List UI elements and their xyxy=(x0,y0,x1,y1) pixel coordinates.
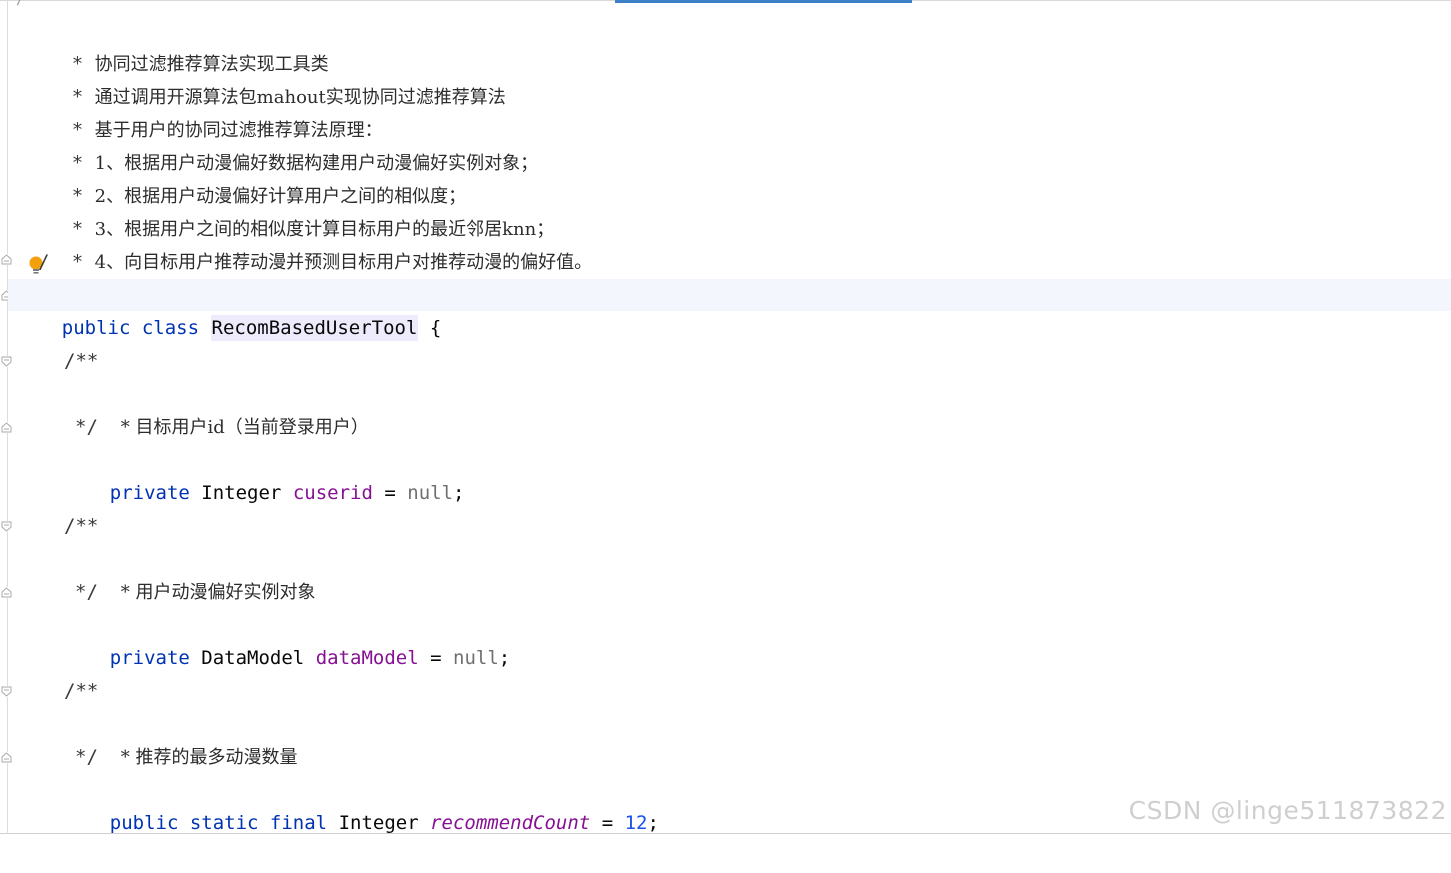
doc-comment-open-partial: /** xyxy=(16,0,42,8)
class-name[interactable]: RecomBasedUserTool xyxy=(210,315,419,341)
fold-marker-icon[interactable] xyxy=(1,422,12,433)
watermark: CSDN @linge511873822 xyxy=(1128,796,1447,825)
class-declaration[interactable]: public class RecomBasedUserTool { xyxy=(16,279,441,341)
field-name[interactable]: dataModel xyxy=(316,647,419,669)
field-comment-close[interactable]: */ xyxy=(75,741,98,774)
active-tab-indicator[interactable] xyxy=(615,0,912,3)
field-comment-open[interactable]: /** xyxy=(64,510,98,543)
fold-marker-icon[interactable] xyxy=(1,254,12,265)
field-comment-open[interactable]: /** xyxy=(64,345,98,378)
field-declaration[interactable]: private Integer cuserid = null; xyxy=(64,444,465,504)
field-comment-open[interactable]: /** xyxy=(64,675,98,708)
field-declaration[interactable]: private DataModel dataModel = null; xyxy=(64,609,510,669)
code-editor[interactable]: /** * 协同过滤推荐算法实现工具类 * 通过调用开源算法包mahout实现协… xyxy=(0,0,1451,834)
field-name[interactable]: recommendCount xyxy=(430,812,590,834)
fold-marker-icon[interactable] xyxy=(1,521,12,532)
doc-comment-line[interactable]: * 协同过滤推荐算法实现工具类 xyxy=(26,15,329,75)
fold-marker-icon[interactable] xyxy=(1,587,12,598)
doc-comment-close[interactable]: / xyxy=(38,246,49,279)
fold-marker-icon[interactable] xyxy=(1,356,12,367)
fold-marker-icon[interactable] xyxy=(1,686,12,697)
doc-comment-line[interactable]: * 基于用户的协同过滤推荐算法原理： xyxy=(26,81,383,141)
fold-marker-icon[interactable] xyxy=(1,752,12,763)
field-comment-text[interactable]: * 推荐的最多动漫数量 xyxy=(75,708,298,768)
doc-comment-line[interactable]: * 通过调用开源算法包mahout实现协同过滤推荐算法 xyxy=(26,48,506,108)
gutter-divider xyxy=(7,0,8,834)
field-declaration[interactable]: public static final Integer recommendCou… xyxy=(64,774,659,834)
field-comment-text[interactable]: * 用户动漫偏好实例对象 xyxy=(75,543,316,603)
field-name[interactable]: cuserid xyxy=(293,482,373,504)
doc-comment-line[interactable]: * 1、根据用户动漫偏好数据构建用户动漫偏好实例对象； xyxy=(26,114,538,174)
doc-comment-line[interactable]: * 4、向目标用户推荐动漫并预测目标用户对推荐动漫的偏好值。 xyxy=(26,213,592,273)
doc-comment-line[interactable]: * 3、根据用户之间的相似度计算目标用户的最近邻居knn； xyxy=(26,180,554,240)
doc-comment-line[interactable]: * 2、根据用户动漫偏好计算用户之间的相似度； xyxy=(26,147,466,207)
field-comment-close[interactable]: */ xyxy=(75,576,98,609)
field-comment-text[interactable]: * 目标用户id（当前登录用户） xyxy=(75,378,369,438)
field-comment-close[interactable]: */ xyxy=(75,411,98,444)
